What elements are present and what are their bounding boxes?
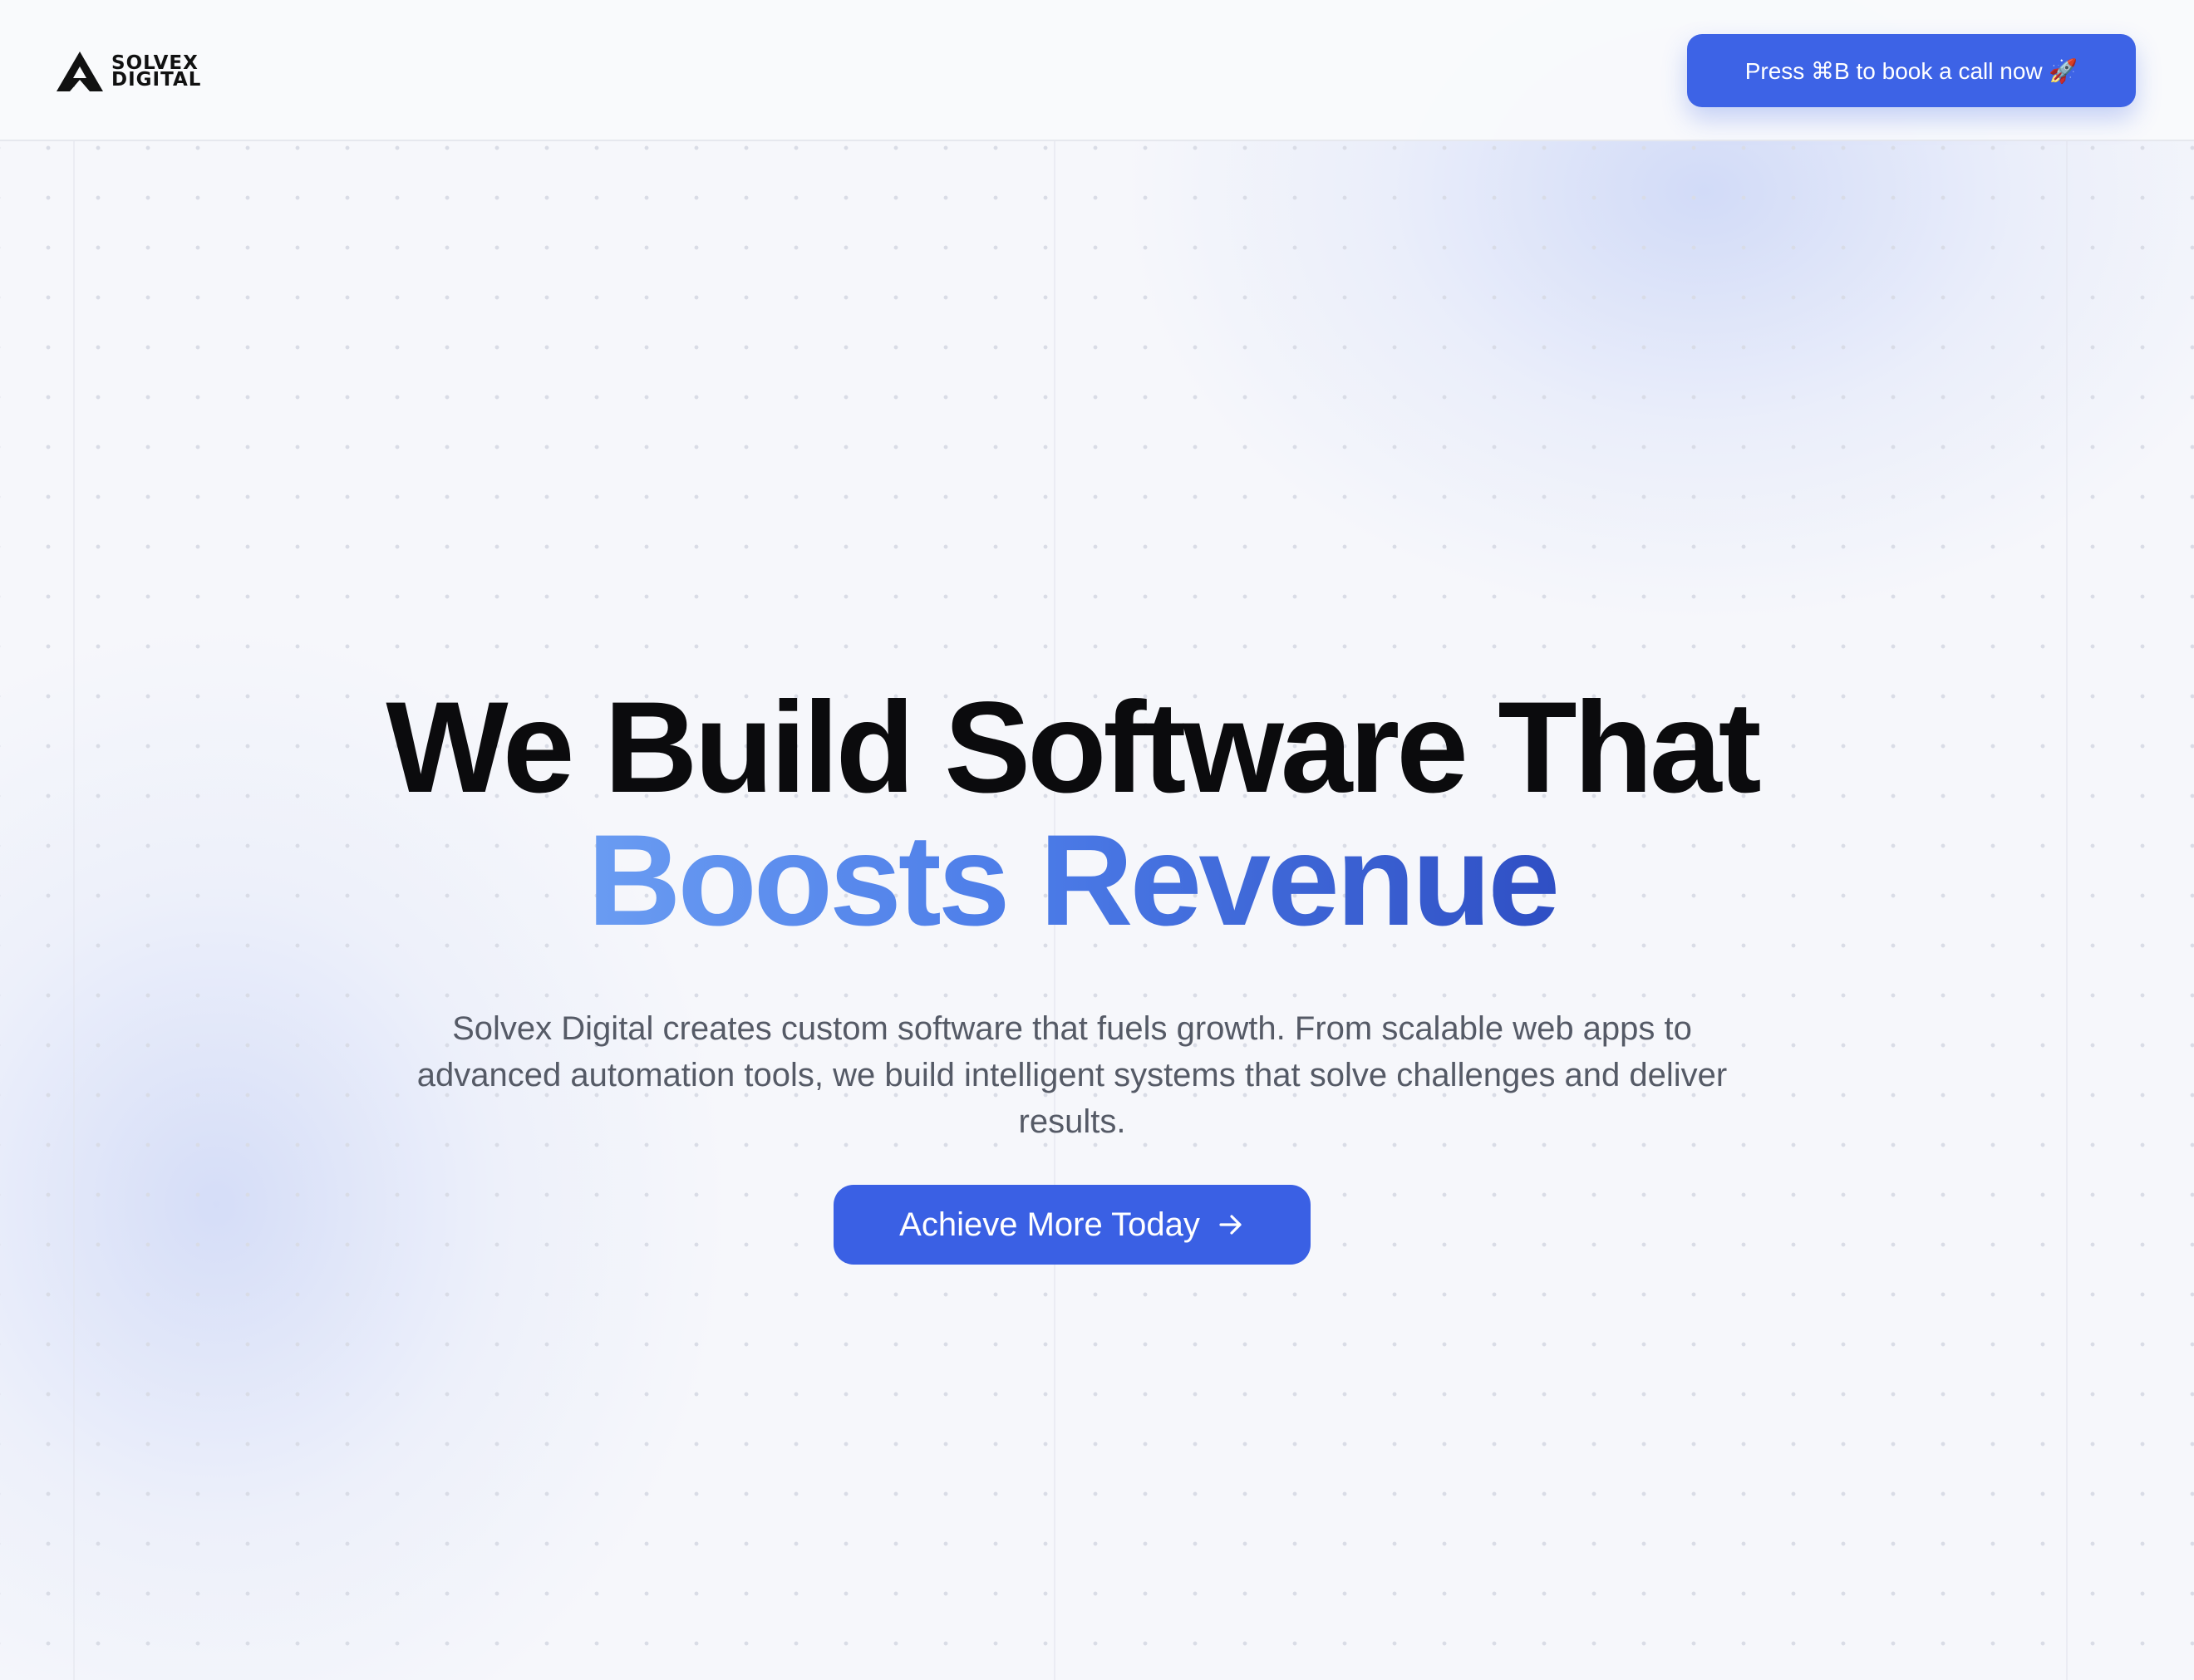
hero-title-line-1: We Build Software That xyxy=(386,675,1761,820)
hero-section: We Build Software That Boosts Revenue So… xyxy=(0,681,2144,1145)
logo-wordmark: SOLVEX DIGITAL xyxy=(111,54,202,91)
logo-mark-icon xyxy=(57,52,103,91)
brand-logo[interactable]: SOLVEX DIGITAL xyxy=(55,50,201,93)
top-navbar: SOLVEX DIGITAL Press ⌘B to book a call n… xyxy=(0,0,2194,141)
achieve-more-label: Achieve More Today xyxy=(899,1206,1200,1243)
book-call-button[interactable]: Press ⌘B to book a call now 🚀 xyxy=(1687,34,2136,107)
arrow-right-icon xyxy=(1219,1215,1242,1235)
logo-line-2: DIGITAL xyxy=(111,69,202,91)
landing-page: SOLVEX DIGITAL Press ⌘B to book a call n… xyxy=(0,0,2194,1680)
hero-title-line-2: Boosts Revenue xyxy=(587,808,1560,953)
hero-subtitle: Solvex Digital creates custom software t… xyxy=(416,1010,1728,1140)
achieve-more-button[interactable]: Achieve More Today xyxy=(834,1185,1311,1265)
